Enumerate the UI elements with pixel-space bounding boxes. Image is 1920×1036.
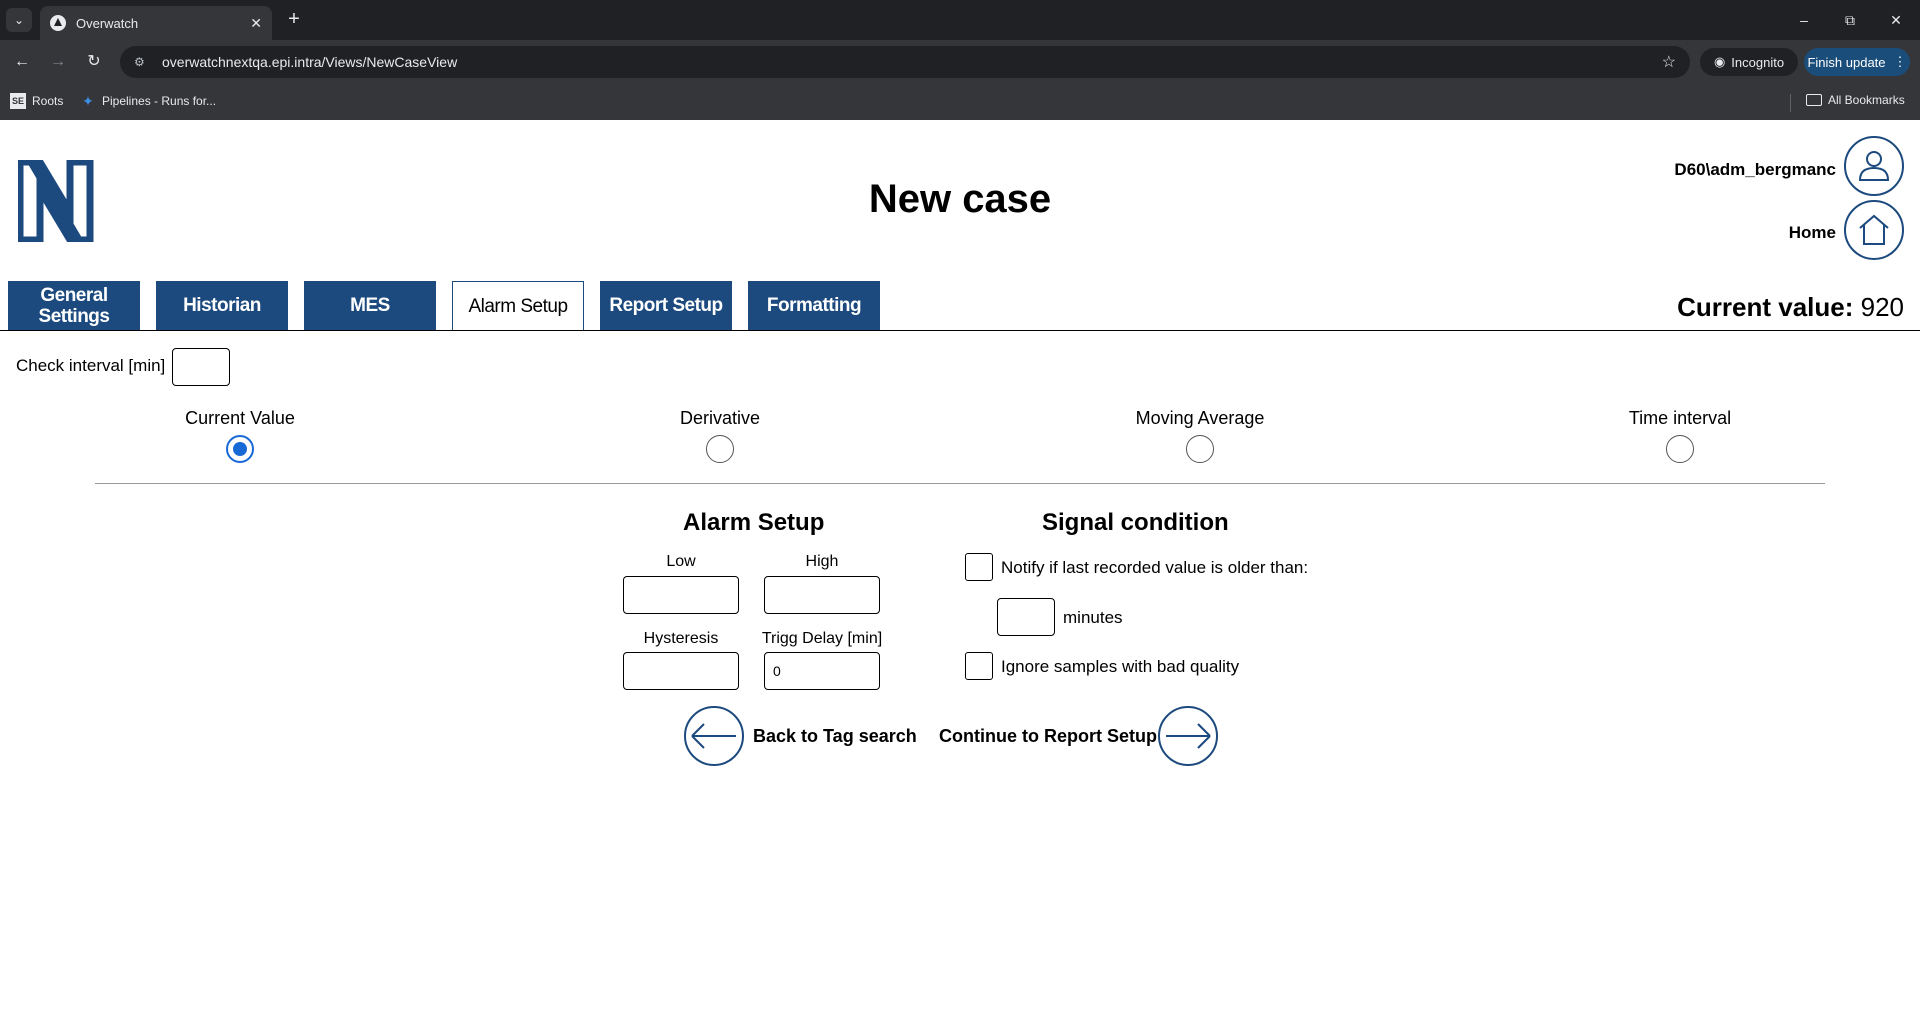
radio-button-moving-average[interactable]	[1186, 435, 1214, 463]
window-close-icon[interactable]: ✕	[1876, 8, 1916, 32]
radio-button-current-value[interactable]	[226, 435, 254, 463]
tab-underline	[0, 330, 1920, 331]
check-interval-label: Check interval [min]	[16, 356, 166, 375]
signal-condition-title: Signal condition	[1042, 509, 1229, 536]
finish-update-label: Finish update	[1807, 54, 1886, 70]
tab-report-setup[interactable]: Report Setup	[600, 281, 732, 330]
radio-label: Current Value	[185, 408, 295, 428]
tab-general-settings[interactable]: General Settings	[8, 281, 140, 330]
hysteresis-input[interactable]	[623, 652, 739, 690]
radio-button-time-interval[interactable]	[1666, 435, 1694, 463]
radio-label: Moving Average	[1135, 408, 1265, 428]
user-icon	[1858, 151, 1890, 181]
low-label: Low	[666, 553, 696, 570]
continue-button[interactable]	[1158, 706, 1218, 766]
incognito-label: Incognito	[1731, 54, 1785, 70]
right-arrow-icon	[1166, 723, 1211, 749]
trigg-delay-input[interactable]	[764, 652, 880, 690]
radio-derivative[interactable]: Derivative	[640, 408, 800, 463]
tab-alarm-setup[interactable]: Alarm Setup	[452, 281, 584, 331]
radio-button-derivative[interactable]	[706, 435, 734, 463]
current-value-label: Current value:	[1677, 292, 1854, 322]
new-tab-plus-icon[interactable]: +	[282, 8, 306, 32]
bookmarks-bar: SE Roots ✦ Pipelines - Runs for... All B…	[0, 84, 1920, 120]
user-profile-button[interactable]	[1844, 136, 1904, 196]
folder-icon	[1806, 94, 1822, 106]
roots-bookmark-icon: SE	[10, 93, 26, 109]
bookmark-star-icon[interactable]: ☆	[1662, 52, 1676, 72]
finish-update-button[interactable]: Finish update ⋮	[1804, 48, 1910, 76]
restore-icon[interactable]: ⧉	[1830, 8, 1870, 32]
back-to-tag-search-link[interactable]: Back to Tag search	[753, 726, 917, 747]
minutes-label: minutes	[1063, 608, 1123, 627]
all-bookmarks-label: All Bookmarks	[1828, 93, 1905, 107]
minimize-icon[interactable]: –	[1784, 8, 1824, 32]
address-bar[interactable]: ⚙ overwatchnextqa.epi.intra/Views/NewCas…	[120, 46, 1690, 78]
address-url[interactable]: overwatchnextqa.epi.intra/Views/NewCaseV…	[162, 54, 1662, 70]
overwatch-favicon-icon	[50, 15, 66, 31]
site-settings-icon[interactable]: ⚙	[134, 54, 150, 70]
tab-close-icon[interactable]: ✕	[250, 15, 262, 32]
hysteresis-label: Hysteresis	[643, 630, 719, 647]
radio-label: Time interval	[1628, 408, 1732, 428]
radio-time-interval[interactable]: Time interval	[1600, 408, 1760, 463]
current-value: Current value: 920	[1677, 292, 1904, 323]
browser-tab-title: Overwatch	[76, 15, 139, 31]
forward-arrow-icon[interactable]: →	[46, 50, 70, 74]
browser-tabstrip: ⌄ Overwatch ✕ + – ⧉ ✕	[0, 0, 1920, 40]
current-value-number: 920	[1860, 292, 1904, 322]
notify-checkbox[interactable]	[965, 553, 993, 581]
back-arrow-icon[interactable]: ←	[10, 50, 34, 74]
tab-mes[interactable]: MES	[304, 281, 436, 330]
bookmark-label: Pipelines - Runs for...	[102, 94, 217, 108]
section-divider	[95, 483, 1825, 484]
back-button[interactable]	[684, 706, 744, 766]
ignore-bad-quality-checkbox[interactable]	[965, 652, 993, 680]
all-bookmarks[interactable]: All Bookmarks	[1806, 93, 1905, 107]
trigg-delay-label: Trigg Delay [min]	[761, 630, 883, 647]
more-menu-icon: ⋮	[1893, 54, 1907, 69]
home-button[interactable]	[1844, 200, 1904, 260]
high-label: High	[805, 553, 839, 570]
minutes-input[interactable]	[997, 598, 1055, 636]
radio-moving-average[interactable]: Moving Average	[1110, 408, 1290, 463]
azure-pipelines-icon: ✦	[82, 93, 94, 109]
tab-formatting[interactable]: Formatting	[748, 281, 880, 330]
bookmark-roots[interactable]: SE Roots	[10, 93, 63, 109]
browser-tab[interactable]: Overwatch ✕	[40, 6, 272, 40]
incognito-badge[interactable]: ◉ Incognito	[1700, 48, 1798, 76]
ignore-bad-quality-label: Ignore samples with bad quality	[1001, 657, 1240, 676]
bookmark-label: Roots	[32, 94, 64, 108]
app-page: New case D60\adm_bergmanc Home General S…	[0, 120, 1920, 1036]
high-input[interactable]	[764, 576, 880, 614]
user-name: D60\adm_bergmanc	[1674, 160, 1836, 179]
check-interval-input[interactable]	[172, 348, 230, 386]
radio-label: Derivative	[679, 408, 761, 428]
bookmarks-separator	[1790, 94, 1791, 112]
browser-toolbar: ← → ↻ ⚙ overwatchnextqa.epi.intra/Views/…	[0, 40, 1920, 84]
radio-current-value[interactable]: Current Value	[160, 408, 320, 463]
low-input[interactable]	[623, 576, 739, 614]
alarm-setup-title: Alarm Setup	[683, 509, 825, 536]
tab-search-chevron-icon[interactable]: ⌄	[6, 8, 32, 32]
home-icon	[1859, 214, 1889, 245]
continue-to-report-setup-link[interactable]: Continue to Report Setup	[939, 726, 1157, 747]
reload-icon[interactable]: ↻	[82, 50, 106, 74]
left-arrow-icon	[691, 723, 736, 749]
notify-label: Notify if last recorded value is older t…	[1001, 558, 1309, 577]
tab-historian[interactable]: Historian	[156, 281, 288, 330]
bookmark-pipelines[interactable]: ✦ Pipelines - Runs for...	[80, 93, 216, 109]
home-label[interactable]: Home	[1789, 223, 1836, 243]
incognito-icon: ◉	[1713, 54, 1726, 69]
page-title: New case	[868, 177, 1052, 221]
